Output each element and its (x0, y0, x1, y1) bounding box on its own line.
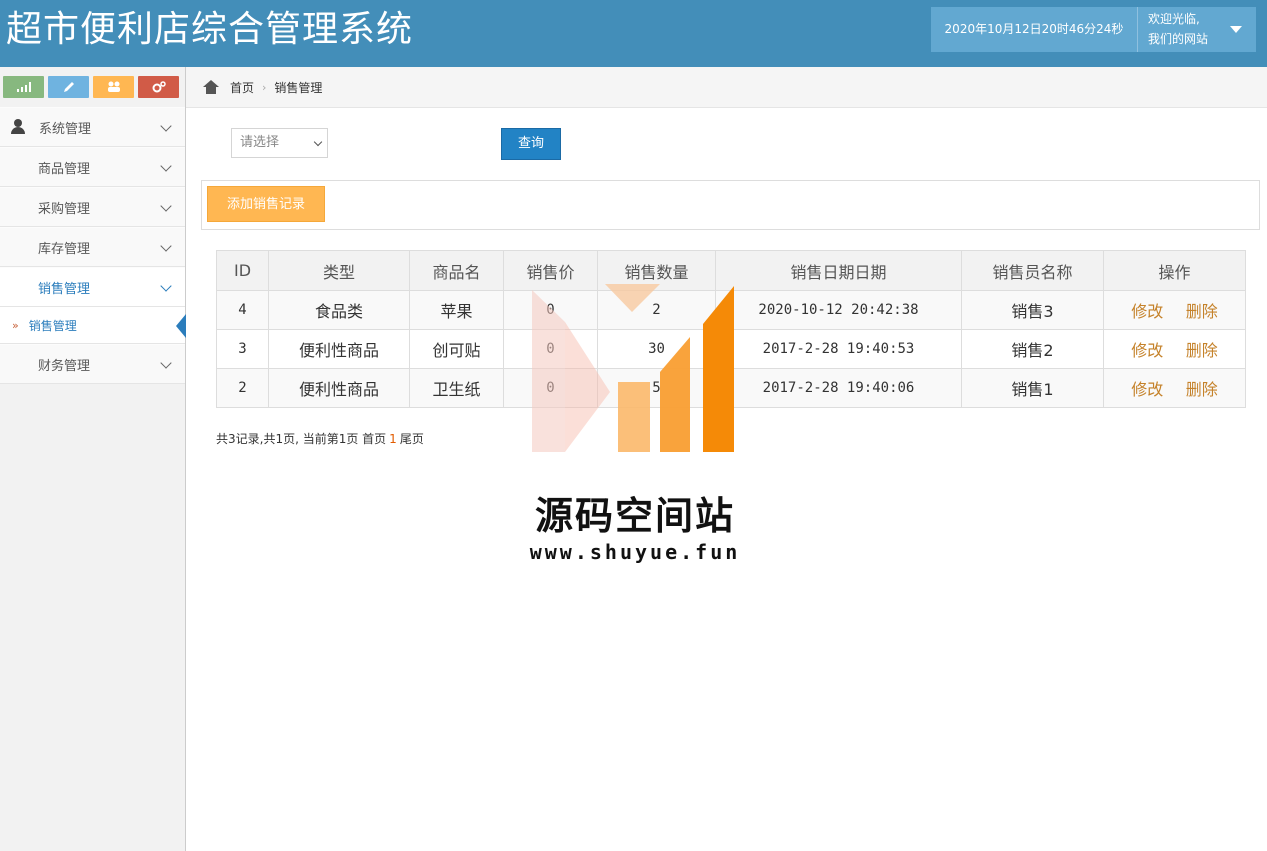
sidebar-item-purchase[interactable]: 采购管理 (0, 187, 185, 227)
sidebar-item-sales[interactable]: 销售管理 (0, 267, 185, 307)
current-datetime: 2020年10月12日20时46分24秒 (931, 7, 1138, 52)
cell-actions: 修改 删除 (1103, 329, 1246, 369)
sidebar-item-inventory[interactable]: 库存管理 (0, 227, 185, 267)
breadcrumb-separator-icon: › (262, 80, 267, 94)
shortcut-signal-button[interactable] (3, 76, 44, 98)
caret-down-icon[interactable] (1230, 26, 1242, 33)
app-title: 超市便利店综合管理系统 (6, 9, 414, 50)
home-icon (203, 80, 219, 94)
pager-last-link[interactable]: 尾页 (400, 432, 424, 446)
chevron-down-icon (160, 280, 172, 292)
sidebar-item-finance[interactable]: 财务管理 (0, 344, 185, 384)
add-sales-record-button[interactable]: 添加销售记录 (207, 186, 325, 222)
sidebar-item-goods[interactable]: 商品管理 (0, 147, 185, 187)
type-select-value: 请选择 (240, 135, 280, 150)
sidebar-subitem-sales-management[interactable]: » 销售管理 (0, 307, 186, 344)
top-header: 超市便利店综合管理系统 2020年10月12日20时46分24秒 欢迎光临, 我… (0, 0, 1267, 67)
watermark-text: 源码空间站 (534, 494, 735, 538)
cell-actions: 修改 删除 (1103, 290, 1246, 330)
watermark-logo-icon (532, 284, 734, 452)
cell-date: 2017-2-28 19:40:53 (715, 329, 962, 369)
active-pointer (176, 314, 186, 338)
cell-seller: 销售3 (961, 290, 1104, 330)
delete-link[interactable]: 删除 (1186, 302, 1218, 321)
edit-link[interactable]: 修改 (1131, 380, 1163, 399)
sidebar-item-label: 库存管理 (38, 241, 91, 257)
chevron-down-icon (160, 160, 172, 172)
cogs-icon (152, 81, 166, 93)
cell-id: 2 (216, 368, 269, 408)
cell-date: 2017-2-28 19:40:06 (715, 368, 962, 408)
user-box[interactable]: 2020年10月12日20时46分24秒 欢迎光临, 我们的网站 (931, 7, 1256, 52)
sidebar-item-label: 商品管理 (38, 161, 91, 177)
sidebar-item-label: 采购管理 (38, 201, 91, 217)
pager-current-page[interactable]: 1 (389, 432, 397, 446)
sidebar-item-label: 销售管理 (38, 281, 91, 297)
pager-summary: 共3记录,共1页, 当前第1页 首页 (216, 432, 387, 446)
cell-seller: 销售2 (961, 329, 1104, 369)
sidebar-item-label: 系统管理 (39, 121, 92, 137)
chevron-down-icon (160, 357, 172, 369)
type-select[interactable]: 请选择 (231, 128, 328, 158)
chevron-down-icon (160, 200, 172, 212)
cell-name: 苹果 (409, 290, 504, 330)
double-angle-right-icon: » (12, 318, 19, 332)
chevron-down-icon (160, 120, 172, 132)
cell-name: 卫生纸 (409, 368, 504, 408)
column-header: 操作 (1103, 250, 1246, 291)
cell-seller: 销售1 (961, 368, 1104, 408)
watermark-url: www.shuyue.fun (529, 540, 741, 564)
column-header: ID (216, 250, 269, 291)
delete-link[interactable]: 删除 (1186, 341, 1218, 360)
toolbar-panel (201, 180, 1260, 230)
sidebar: 系统管理 商品管理 采购管理 库存管理 销售管理 » 销售管理 财务管理 (0, 67, 186, 851)
column-header: 销售日期日期 (715, 250, 962, 291)
sidebar-subitem-label: 销售管理 (28, 318, 77, 333)
sidebar-item-system[interactable]: 系统管理 (0, 107, 185, 147)
chevron-down-icon (313, 137, 323, 147)
column-header: 商品名 (409, 250, 504, 291)
cell-actions: 修改 删除 (1103, 368, 1246, 408)
breadcrumb: 首页 › 销售管理 (186, 67, 1267, 108)
cell-name: 创可贴 (409, 329, 504, 369)
chevron-down-icon (160, 240, 172, 252)
user-icon (11, 119, 27, 135)
cell-type: 便利性商品 (268, 368, 410, 408)
cell-type: 食品类 (268, 290, 410, 330)
breadcrumb-current: 销售管理 (274, 80, 323, 95)
cell-id: 4 (216, 290, 269, 330)
users-icon (107, 81, 120, 92)
query-button[interactable]: 查询 (501, 128, 561, 160)
shortcut-pencil-button[interactable] (48, 76, 89, 98)
shortcut-users-button[interactable] (93, 76, 134, 98)
pencil-icon (63, 82, 74, 92)
cell-type: 便利性商品 (268, 329, 410, 369)
column-header: 类型 (268, 250, 410, 291)
cell-date: 2020-10-12 20:42:38 (715, 290, 962, 330)
delete-link[interactable]: 删除 (1186, 380, 1218, 399)
signal-icon (16, 82, 31, 92)
edit-link[interactable]: 修改 (1131, 341, 1163, 360)
cell-id: 3 (216, 329, 269, 369)
breadcrumb-home[interactable]: 首页 (230, 79, 254, 96)
column-header: 销售员名称 (961, 250, 1104, 291)
user-menu[interactable]: 欢迎光临, 我们的网站 (1138, 7, 1256, 52)
pagination: 共3记录,共1页, 当前第1页 首页 1 尾页 (216, 430, 424, 447)
shortcut-bar (0, 67, 185, 107)
edit-link[interactable]: 修改 (1131, 302, 1163, 321)
shortcut-cogs-button[interactable] (138, 76, 179, 98)
sidebar-item-label: 财务管理 (38, 358, 91, 374)
